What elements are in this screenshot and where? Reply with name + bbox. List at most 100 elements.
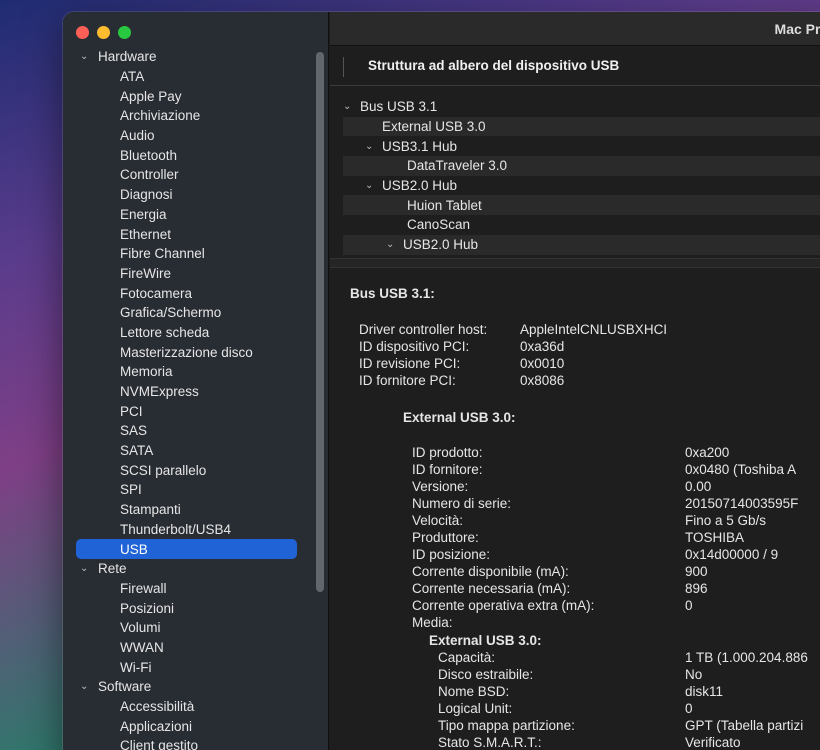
sidebar-item-ata[interactable]: ATA — [76, 67, 297, 87]
sidebar-item-fibre-channel[interactable]: Fibre Channel — [76, 244, 297, 264]
property-key: Nome BSD: — [438, 684, 510, 699]
property-value: Verificato — [685, 735, 741, 750]
property-value: 20150714003595F — [685, 496, 799, 511]
property-value: GPT (Tabella partizi — [685, 718, 804, 733]
sidebar-item-grafica-schermo[interactable]: Grafica/Schermo — [76, 303, 297, 323]
chevron-down-icon[interactable]: ⌄ — [343, 101, 360, 112]
sidebar-group-label: Software — [98, 679, 152, 695]
chevron-down-icon[interactable]: ⌄ — [80, 681, 98, 692]
sidebar-item-masterizzazione-disco[interactable]: Masterizzazione disco — [76, 342, 297, 362]
tree-row-canoscan[interactable]: CanoScan — [343, 215, 820, 235]
sidebar-group-rete[interactable]: ⌄ Rete — [63, 559, 313, 579]
sidebar-item-volumi[interactable]: Volumi — [76, 618, 297, 638]
property-value: AppleIntelCNLUSBXHCI — [520, 322, 668, 337]
section-heading: Bus USB 3.1: — [350, 286, 435, 301]
tree-header: Struttura ad albero del dispositivo USB — [330, 46, 820, 86]
property-key: Media: — [412, 615, 453, 630]
property-value: 1 TB (1.000.204.886 — [685, 650, 808, 665]
sidebar-item-stampanti[interactable]: Stampanti — [76, 500, 297, 520]
zoom-button[interactable] — [118, 26, 131, 39]
sidebar-item-wwan[interactable]: WWAN — [76, 638, 297, 658]
sidebar-item-lettore-scheda[interactable]: Lettore scheda — [76, 323, 297, 343]
sidebar-item-posizioni[interactable]: Posizioni — [76, 598, 297, 618]
usb-device-tree: ⌄ Bus USB 3.1 External USB 3.0 ⌄ USB3.1 Hub D… — [330, 97, 820, 257]
tree-row-label: External USB 3.0 — [382, 119, 486, 135]
property-key: Corrente operativa extra (mA): — [412, 598, 595, 613]
detail-pane: Bus USB 3.1: Driver controller host: Apple… — [330, 269, 820, 750]
property-value: 0x14d00000 / 9 — [685, 547, 779, 562]
tree-row-huion-tablet[interactable]: Huion Tablet — [343, 195, 820, 216]
sidebar-item-apple-pay[interactable]: Apple Pay — [76, 86, 297, 106]
property-value: disk11 — [685, 684, 724, 699]
property-key: ID fornitore: — [412, 462, 483, 477]
sidebar-item-nvmexpress[interactable]: NVMExpress — [76, 382, 297, 402]
sidebar-item-bluetooth[interactable]: Bluetooth — [76, 145, 297, 165]
sidebar-item-firewire[interactable]: FireWire — [76, 264, 297, 284]
sidebar-item-audio[interactable]: Audio — [76, 126, 297, 146]
sidebar-item-controller[interactable]: Controller — [76, 165, 297, 185]
sidebar-item-scsi-parallelo[interactable]: SCSI parallelo — [76, 460, 297, 480]
sidebar-group-software[interactable]: ⌄ Software — [63, 677, 313, 697]
property-key: Driver controller host: — [359, 322, 488, 337]
close-button[interactable] — [76, 26, 89, 39]
property-key: ID posizione: — [412, 547, 491, 562]
sidebar-item-sas[interactable]: SAS — [76, 421, 297, 441]
chevron-down-icon[interactable]: ⌄ — [80, 563, 98, 574]
sidebar-item-sata[interactable]: SATA — [76, 441, 297, 461]
property-key: ID fornitore PCI: — [359, 373, 456, 388]
sidebar-item-applicazioni[interactable]: Applicazioni — [76, 716, 297, 736]
tree-row-label: USB2.0 Hub — [382, 178, 458, 194]
minimize-button[interactable] — [97, 26, 110, 39]
property-value: 0xa200 — [685, 445, 730, 460]
property-value: No — [685, 667, 703, 682]
property-value: 0xa36d — [520, 339, 565, 354]
property-value: 0x0010 — [520, 356, 565, 371]
sidebar-item-archiviazione[interactable]: Archiviazione — [76, 106, 297, 126]
tree-row-usb2-0-hub[interactable]: ⌄ USB2.0 Hub — [343, 234, 820, 255]
sidebar-item-spi[interactable]: SPI — [76, 480, 297, 500]
chevron-down-icon[interactable]: ⌄ — [80, 51, 98, 62]
tree-row-bus-usb-3-1[interactable]: ⌄ Bus USB 3.1 — [343, 97, 820, 117]
sidebar-item-client-gestito[interactable]: Client gestito — [76, 736, 297, 750]
sidebar-item-pci[interactable]: PCI — [76, 401, 297, 421]
chevron-down-icon[interactable]: ⌄ — [365, 180, 382, 191]
sidebar-item-memoria[interactable]: Memoria — [76, 362, 297, 382]
chevron-down-icon[interactable]: ⌄ — [365, 141, 382, 152]
property-key: ID revisione PCI: — [359, 356, 461, 371]
tree-row-datatraveler-3-0[interactable]: DataTraveler 3.0 — [343, 156, 820, 176]
sidebar-item-fotocamera[interactable]: Fotocamera — [76, 283, 297, 303]
window-controls — [76, 26, 131, 39]
tree-row-usb3-1-hub[interactable]: ⌄ USB3.1 Hub — [343, 136, 820, 156]
tree-header-title: Struttura ad albero del dispositivo USB — [368, 58, 620, 73]
sidebar-group-hardware[interactable]: ⌄ Hardware — [63, 47, 313, 67]
sidebar-item-accessibilit[interactable]: Accessibilità — [76, 697, 297, 717]
tree-row-label: CanoScan — [407, 217, 471, 233]
property-key: Velocità: — [412, 513, 464, 528]
sidebar-item-thunderbolt-usb4[interactable]: Thunderbolt/USB4 — [76, 520, 297, 540]
tree-row-usb2-0-hub[interactable]: ⌄ USB2.0 Hub — [343, 176, 820, 196]
chevron-down-icon[interactable]: ⌄ — [386, 239, 403, 250]
sidebar-item-firewall[interactable]: Firewall — [76, 579, 297, 599]
sidebar-item-diagnosi[interactable]: Diagnosi — [76, 185, 297, 205]
sidebar-item-wi-fi[interactable]: Wi-Fi — [76, 657, 297, 677]
sidebar-scrollbar[interactable] — [316, 52, 324, 592]
tree-row-external-usb-3-0[interactable]: External USB 3.0 — [343, 116, 820, 137]
sidebar-item-ethernet[interactable]: Ethernet — [76, 224, 297, 244]
property-key: Corrente disponibile (mA): — [412, 564, 569, 579]
property-key: ID dispositivo PCI: — [359, 339, 470, 354]
property-key: Tipo mappa partizione: — [438, 718, 575, 733]
split-divider[interactable] — [330, 258, 820, 268]
property-key: Versione: — [412, 479, 469, 494]
property-value: 0 — [685, 598, 693, 613]
property-key: ID prodotto: — [412, 445, 483, 460]
sidebar-item-energia[interactable]: Energia — [76, 205, 297, 225]
sidebar-group-label: Rete — [98, 561, 127, 577]
property-value: 900 — [685, 564, 708, 579]
tree-row-label: DataTraveler 3.0 — [407, 158, 508, 174]
sidebar-group-label: Hardware — [98, 49, 157, 65]
property-key: Corrente necessaria (mA): — [412, 581, 571, 596]
sidebar-item-usb[interactable]: USB — [76, 539, 297, 559]
property-value: 0x8086 — [520, 373, 565, 388]
property-value: Fino a 5 Gb/s — [685, 513, 767, 528]
system-information-window: ⌄ Hardware ATA Apple Pay Archiviazione Audio B… — [63, 12, 820, 750]
